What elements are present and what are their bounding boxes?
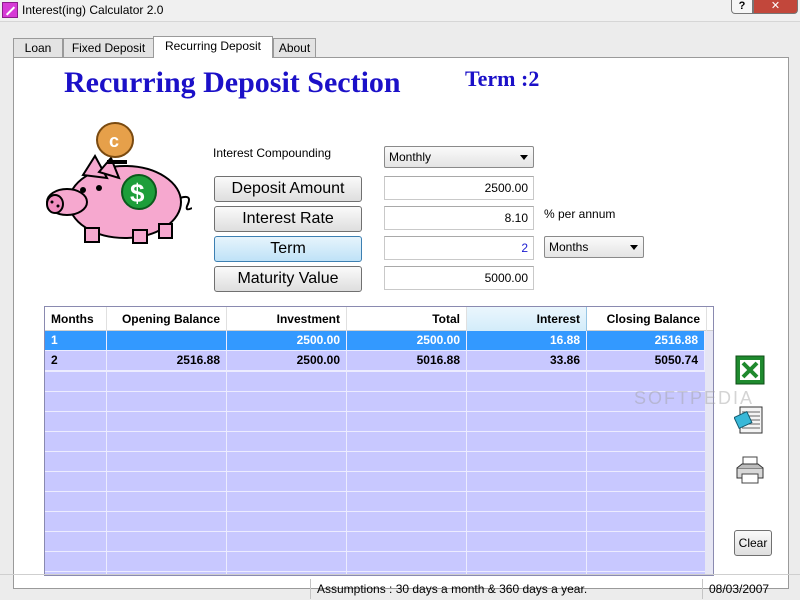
column-header-closing-balance[interactable]: Closing Balance — [587, 307, 707, 331]
table-header: Months Opening Balance Investment Total … — [45, 307, 713, 331]
interest-compounding-label: Interest Compounding — [213, 146, 332, 160]
client-area: Loan Fixed Deposit Recurring Deposit Abo… — [0, 22, 800, 600]
watermark: SOFTPEDIA — [634, 388, 755, 408]
table-cell: 2 — [45, 351, 107, 371]
term-button[interactable]: Term — [214, 236, 362, 262]
table-cell: 2516.88 — [587, 331, 705, 351]
svg-text:$: $ — [130, 178, 145, 208]
column-header-interest[interactable]: Interest — [467, 307, 587, 331]
tab-about[interactable]: About — [273, 38, 316, 57]
deposit-amount-button[interactable]: Deposit Amount — [214, 176, 362, 202]
column-header-investment[interactable]: Investment — [227, 307, 347, 331]
title-bar: Interest(ing) Calculator 2.0 ? ✕ — [0, 0, 800, 22]
table-cell: 33.86 — [467, 351, 587, 371]
close-button[interactable]: ✕ — [753, 0, 798, 14]
interest-rate-button[interactable]: Interest Rate — [214, 206, 362, 232]
column-header-total[interactable]: Total — [347, 307, 467, 331]
status-date: 08/03/2007 — [702, 579, 798, 599]
window-title: Interest(ing) Calculator 2.0 — [22, 3, 164, 17]
table-row[interactable]: 1 2500.00 2500.00 16.88 2516.88 — [45, 331, 705, 351]
app-calculator-icon — [2, 2, 18, 18]
clear-button[interactable]: Clear — [734, 530, 772, 556]
tab-fixed-deposit[interactable]: Fixed Deposit — [63, 38, 154, 57]
table-row[interactable]: 2 2516.88 2500.00 5016.88 33.86 5050.74 — [45, 351, 705, 371]
table-cell: 5050.74 — [587, 351, 705, 371]
column-header-opening-balance[interactable]: Opening Balance — [107, 307, 227, 331]
table-scrollbar[interactable] — [705, 331, 713, 575]
svg-text:c: c — [109, 131, 119, 151]
excel-export-icon[interactable] — [734, 354, 766, 386]
printer-icon[interactable] — [734, 454, 766, 486]
empty-rows — [45, 371, 705, 575]
recurring-deposit-panel: Recurring Deposit Section Term :2 c $ In… — [13, 57, 789, 589]
compounding-select[interactable]: Monthly — [384, 146, 534, 168]
table-cell: 2516.88 — [107, 351, 227, 371]
term-field[interactable]: 2 — [384, 236, 534, 260]
rate-unit-label: % per annum — [544, 207, 616, 221]
status-bar: Assumptions : 30 days a month & 360 days… — [0, 574, 800, 600]
table-cell: 2500.00 — [227, 351, 347, 371]
section-title: Recurring Deposit Section — [64, 66, 401, 99]
table-cell: 16.88 — [467, 331, 587, 351]
term-summary: Term :2 — [465, 66, 540, 91]
piggy-bank-icon: c $ — [46, 122, 192, 244]
table-cell: 2500.00 — [227, 331, 347, 351]
tab-recurring-deposit[interactable]: Recurring Deposit — [153, 36, 273, 58]
maturity-value-button[interactable]: Maturity Value — [214, 266, 362, 292]
schedule-table[interactable]: Months Opening Balance Investment Total … — [44, 306, 714, 576]
maturity-value-field[interactable]: 5000.00 — [384, 266, 534, 290]
help-button[interactable]: ? — [731, 0, 753, 14]
table-cell: 1 — [45, 331, 107, 351]
deposit-amount-field[interactable]: 2500.00 — [384, 176, 534, 200]
term-unit-select-value: Months — [549, 240, 589, 254]
table-cell — [107, 331, 227, 351]
column-header-months[interactable]: Months — [45, 307, 107, 331]
interest-rate-field[interactable]: 8.10 — [384, 206, 534, 230]
chevron-down-icon — [520, 155, 528, 160]
status-assumptions: Assumptions : 30 days a month & 360 days… — [310, 579, 700, 599]
compounding-select-value: Monthly — [389, 150, 432, 164]
term-unit-select[interactable]: Months — [544, 236, 644, 258]
tab-loan[interactable]: Loan — [13, 38, 63, 57]
table-cell: 5016.88 — [347, 351, 467, 371]
table-cell: 2500.00 — [347, 331, 467, 351]
chevron-down-icon — [630, 245, 638, 250]
